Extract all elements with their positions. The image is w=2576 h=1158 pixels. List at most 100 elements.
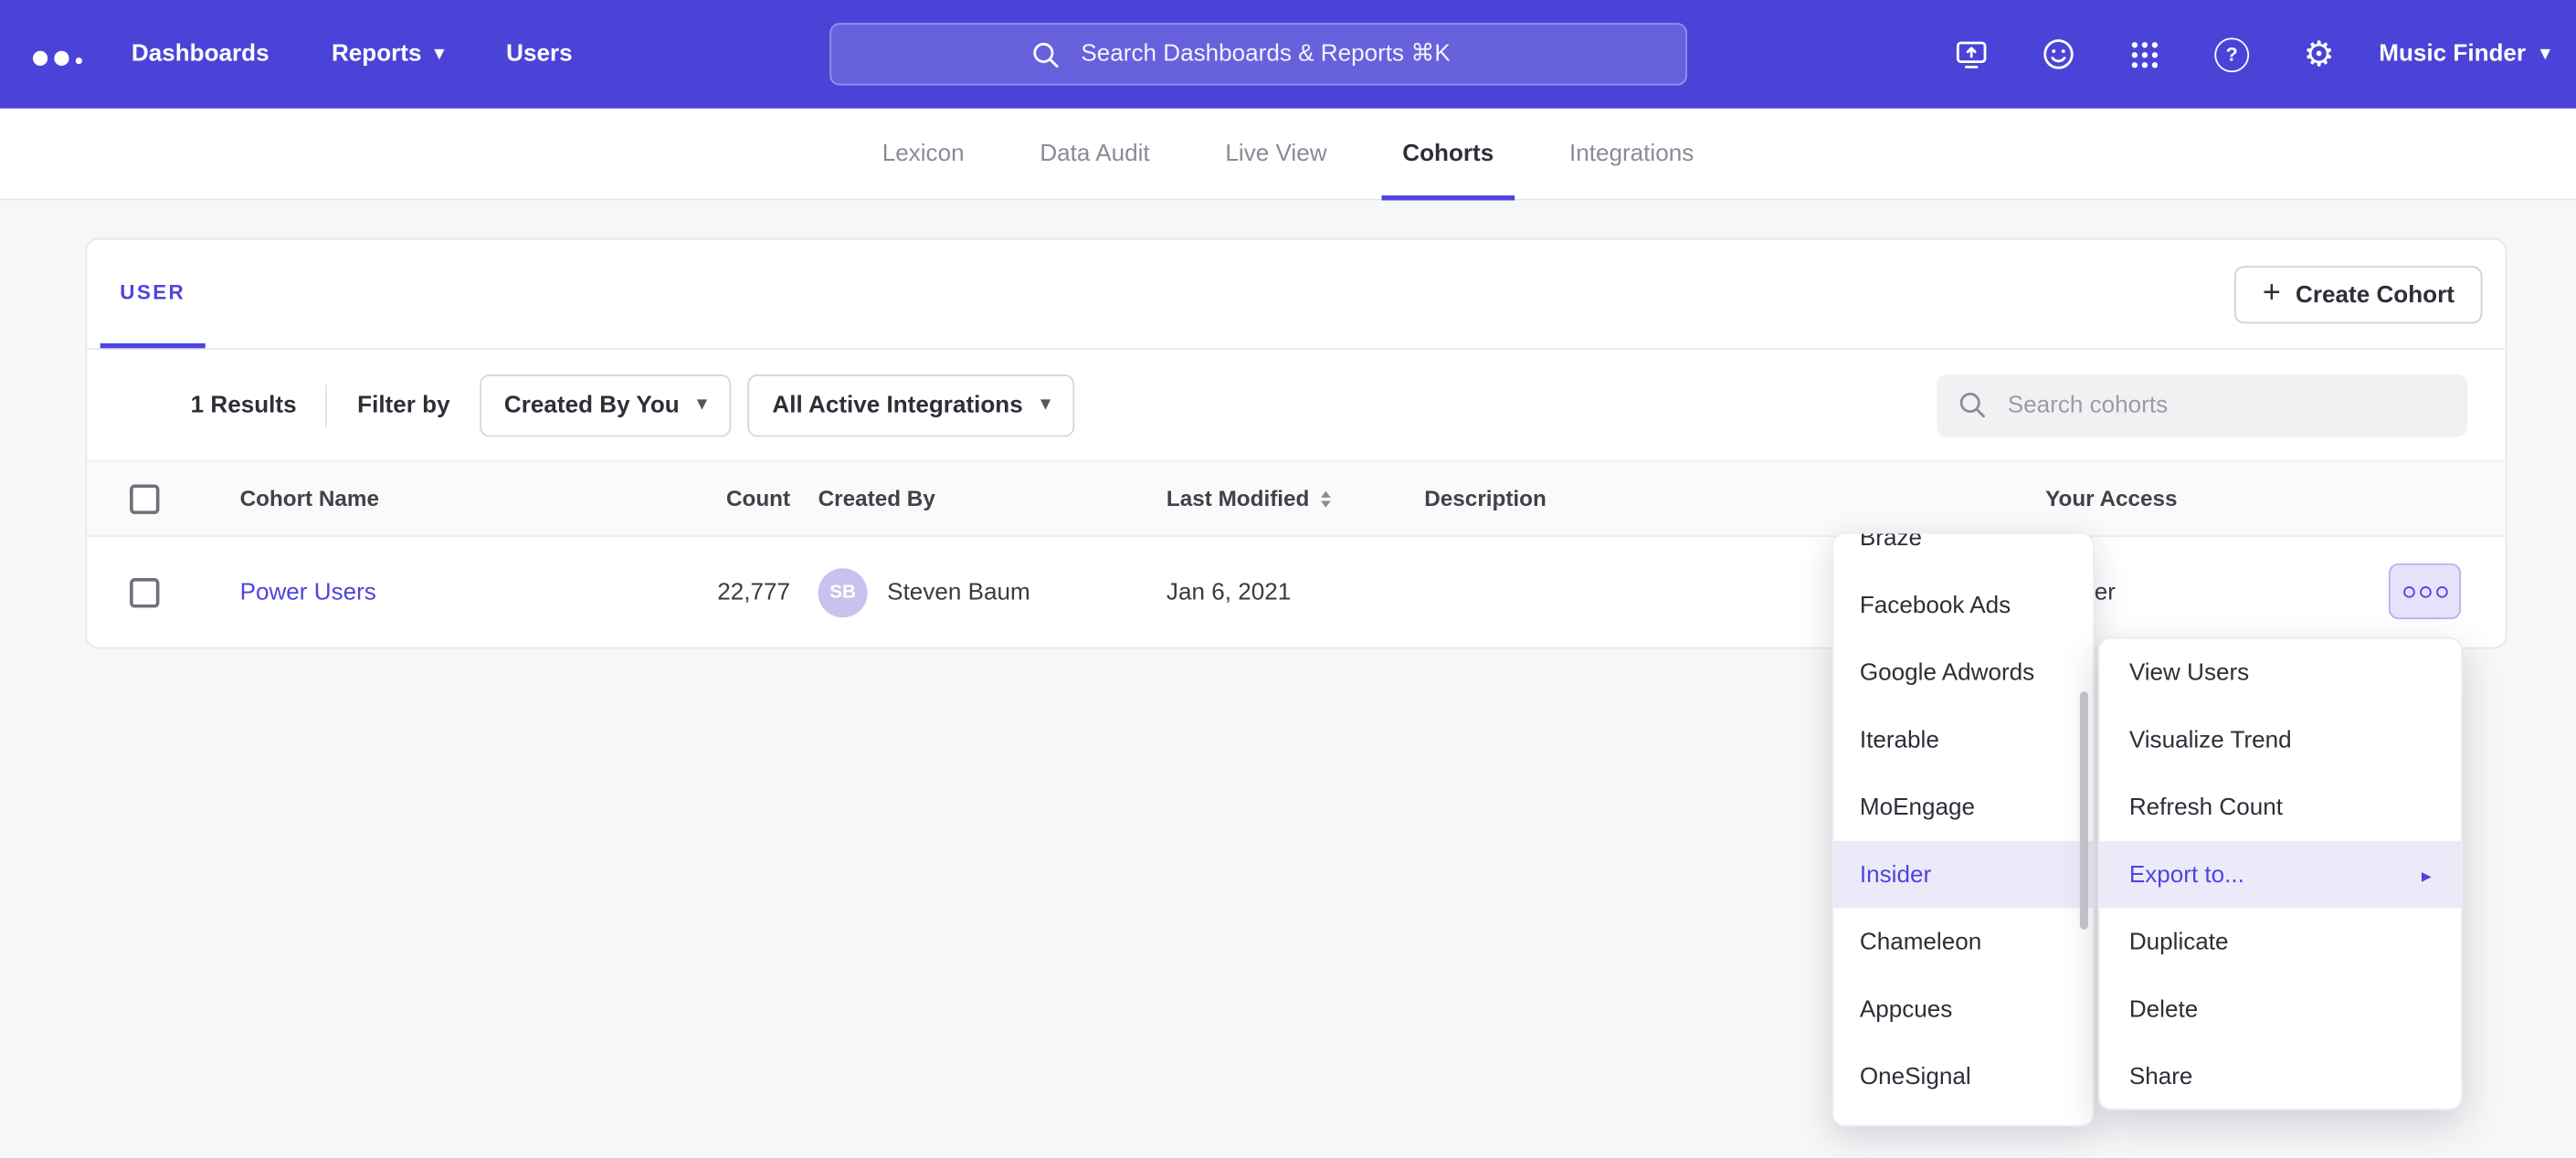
ellipsis-dot	[2402, 585, 2414, 597]
tab-lexicon[interactable]: Lexicon	[882, 109, 965, 199]
menu-item-iterable[interactable]: Iterable	[1833, 706, 2093, 774]
apps-button[interactable]	[2101, 0, 2188, 109]
cohort-name-cell: Power Users	[240, 579, 629, 605]
row-checkbox[interactable]	[130, 577, 159, 606]
global-search[interactable]	[829, 23, 1687, 85]
ellipsis-dot	[2435, 585, 2447, 597]
nav-reports-label: Reports	[332, 41, 422, 68]
export-submenu: Braze Facebook Ads Google Adwords Iterab…	[1832, 532, 2095, 1127]
menu-item-facebook-ads[interactable]: Facebook Ads	[1833, 572, 2093, 639]
screen-share-button[interactable]	[1927, 0, 2014, 109]
tab-live-view[interactable]: Live View	[1225, 109, 1326, 199]
header-last-modified-label: Last Modified	[1167, 486, 1309, 511]
avatar: SB	[818, 567, 868, 616]
menu-item-chameleon[interactable]: Chameleon	[1833, 909, 2093, 976]
cohort-search[interactable]	[1937, 374, 2467, 436]
sort-up-arrow	[1321, 490, 1331, 497]
menu-item-delete[interactable]: Delete	[2099, 975, 2461, 1043]
filter-integrations-label: All Active Integrations	[772, 392, 1022, 418]
row-actions-button[interactable]	[2389, 563, 2461, 619]
filter-created-by-label: Created By You	[504, 392, 680, 418]
menu-item-appcues[interactable]: Appcues	[1833, 975, 2093, 1043]
menu-item-refresh-count[interactable]: Refresh Count	[2099, 774, 2461, 841]
create-cohort-button[interactable]: + Create Cohort	[2234, 266, 2482, 323]
menu-item-visualize-trend[interactable]: Visualize Trend	[2099, 706, 2461, 774]
screen-share-icon	[1953, 37, 1990, 73]
sort-down-arrow	[1321, 500, 1331, 507]
cohort-context-menu: View Users Visualize Trend Refresh Count…	[2098, 637, 2463, 1111]
chevron-down-icon: ▾	[435, 45, 444, 63]
menu-item-braze[interactable]: Braze	[1833, 532, 2093, 572]
feedback-button[interactable]	[2014, 0, 2101, 109]
search-icon	[1030, 38, 1061, 69]
header-count: Count	[629, 486, 818, 511]
menu-item-moengage[interactable]: MoEngage	[1833, 774, 2093, 841]
divider	[326, 384, 328, 426]
chevron-down-icon: ▾	[698, 395, 707, 414]
settings-gear-icon: ⚙	[2304, 37, 2335, 71]
header-checkbox-cell	[87, 484, 239, 513]
scrollbar-thumb[interactable]	[2080, 691, 2088, 930]
help-icon: ?	[2214, 37, 2249, 71]
export-submenu-items: Braze Facebook Ads Google Adwords Iterab…	[1833, 532, 2093, 1111]
export-to-label: Export to...	[2129, 861, 2244, 888]
header-last-modified: Last Modified	[1167, 486, 1424, 511]
select-all-checkbox[interactable]	[130, 484, 159, 513]
nav-dashboards[interactable]: Dashboards	[132, 41, 269, 68]
table-row: Power Users 22,777 SB Steven Baum Jan 6,…	[87, 537, 2505, 647]
create-cohort-label: Create Cohort	[2296, 281, 2455, 308]
results-count: 1 Results	[191, 392, 297, 418]
filter-by-label: Filter by	[357, 392, 449, 418]
header-created-by: Created By	[818, 486, 1167, 511]
menu-item-share[interactable]: Share	[2099, 1043, 2461, 1111]
menu-item-insider[interactable]: Insider	[1833, 841, 2093, 909]
sort-icon[interactable]	[1321, 490, 1331, 507]
filter-created-by[interactable]: Created By You ▾	[480, 374, 731, 436]
global-search-input[interactable]	[1078, 39, 1487, 68]
topbar-actions: ? ⚙ Music Finder ▾	[1927, 0, 2550, 109]
tab-cohorts[interactable]: Cohorts	[1402, 109, 1494, 199]
project-switcher[interactable]: Music Finder ▾	[2379, 41, 2550, 68]
cohort-count: 22,777	[629, 579, 818, 605]
menu-item-onesignal[interactable]: OneSignal	[1833, 1043, 2093, 1111]
header-cohort-name: Cohort Name	[240, 486, 629, 511]
header-description: Description	[1424, 486, 2045, 511]
menu-item-export-to[interactable]: Export to... ▸	[2099, 841, 2461, 909]
help-button[interactable]: ?	[2189, 0, 2275, 109]
tab-integrations[interactable]: Integrations	[1569, 109, 1694, 199]
tab-data-audit[interactable]: Data Audit	[1040, 109, 1149, 199]
chevron-down-icon: ▾	[2540, 45, 2550, 63]
logo-dot	[54, 51, 69, 66]
table-header-row: Cohort Name Count Created By Last Modifi…	[87, 460, 2505, 538]
search-icon	[1957, 389, 1988, 420]
mixpanel-logo[interactable]	[33, 43, 82, 66]
cohorts-table: Cohort Name Count Created By Last Modifi…	[87, 460, 2505, 647]
row-checkbox-cell	[87, 577, 239, 606]
nav-users[interactable]: Users	[506, 41, 573, 68]
cohort-search-input[interactable]	[2004, 390, 2448, 419]
menu-item-google-adwords[interactable]: Google Adwords	[1833, 639, 2093, 707]
question-glyph: ?	[2226, 43, 2238, 66]
app-window: Dashboards Reports ▾ Users	[0, 0, 2576, 1158]
cohorts-card: USER + Create Cohort 1 Results Filter by…	[86, 238, 2507, 649]
last-modified-cell: Jan 6, 2021	[1167, 579, 1424, 605]
chevron-down-icon: ▾	[1041, 395, 1050, 414]
menu-item-duplicate[interactable]: Duplicate	[2099, 909, 2461, 976]
plus-icon: +	[2263, 275, 2281, 311]
apps-grid-icon	[2127, 37, 2162, 71]
submenu-arrow-icon: ▸	[2422, 865, 2432, 885]
header-your-access: Your Access	[2045, 486, 2506, 511]
menu-item-view-users[interactable]: View Users	[2099, 639, 2461, 707]
filter-integrations[interactable]: All Active Integrations ▾	[747, 374, 1074, 436]
main-nav: Dashboards Reports ▾ Users	[132, 41, 573, 68]
tab-user[interactable]: USER	[100, 240, 206, 349]
settings-button[interactable]: ⚙	[2275, 0, 2362, 109]
nav-reports[interactable]: Reports ▾	[332, 41, 444, 68]
logo-dot	[33, 51, 48, 66]
created-by-cell: SB Steven Baum	[818, 567, 1167, 616]
logo-dot	[76, 58, 82, 64]
smiley-icon	[2040, 37, 2076, 73]
topbar: Dashboards Reports ▾ Users	[0, 0, 2576, 109]
project-name: Music Finder	[2379, 41, 2526, 68]
cohort-name-link[interactable]: Power Users	[240, 579, 376, 605]
